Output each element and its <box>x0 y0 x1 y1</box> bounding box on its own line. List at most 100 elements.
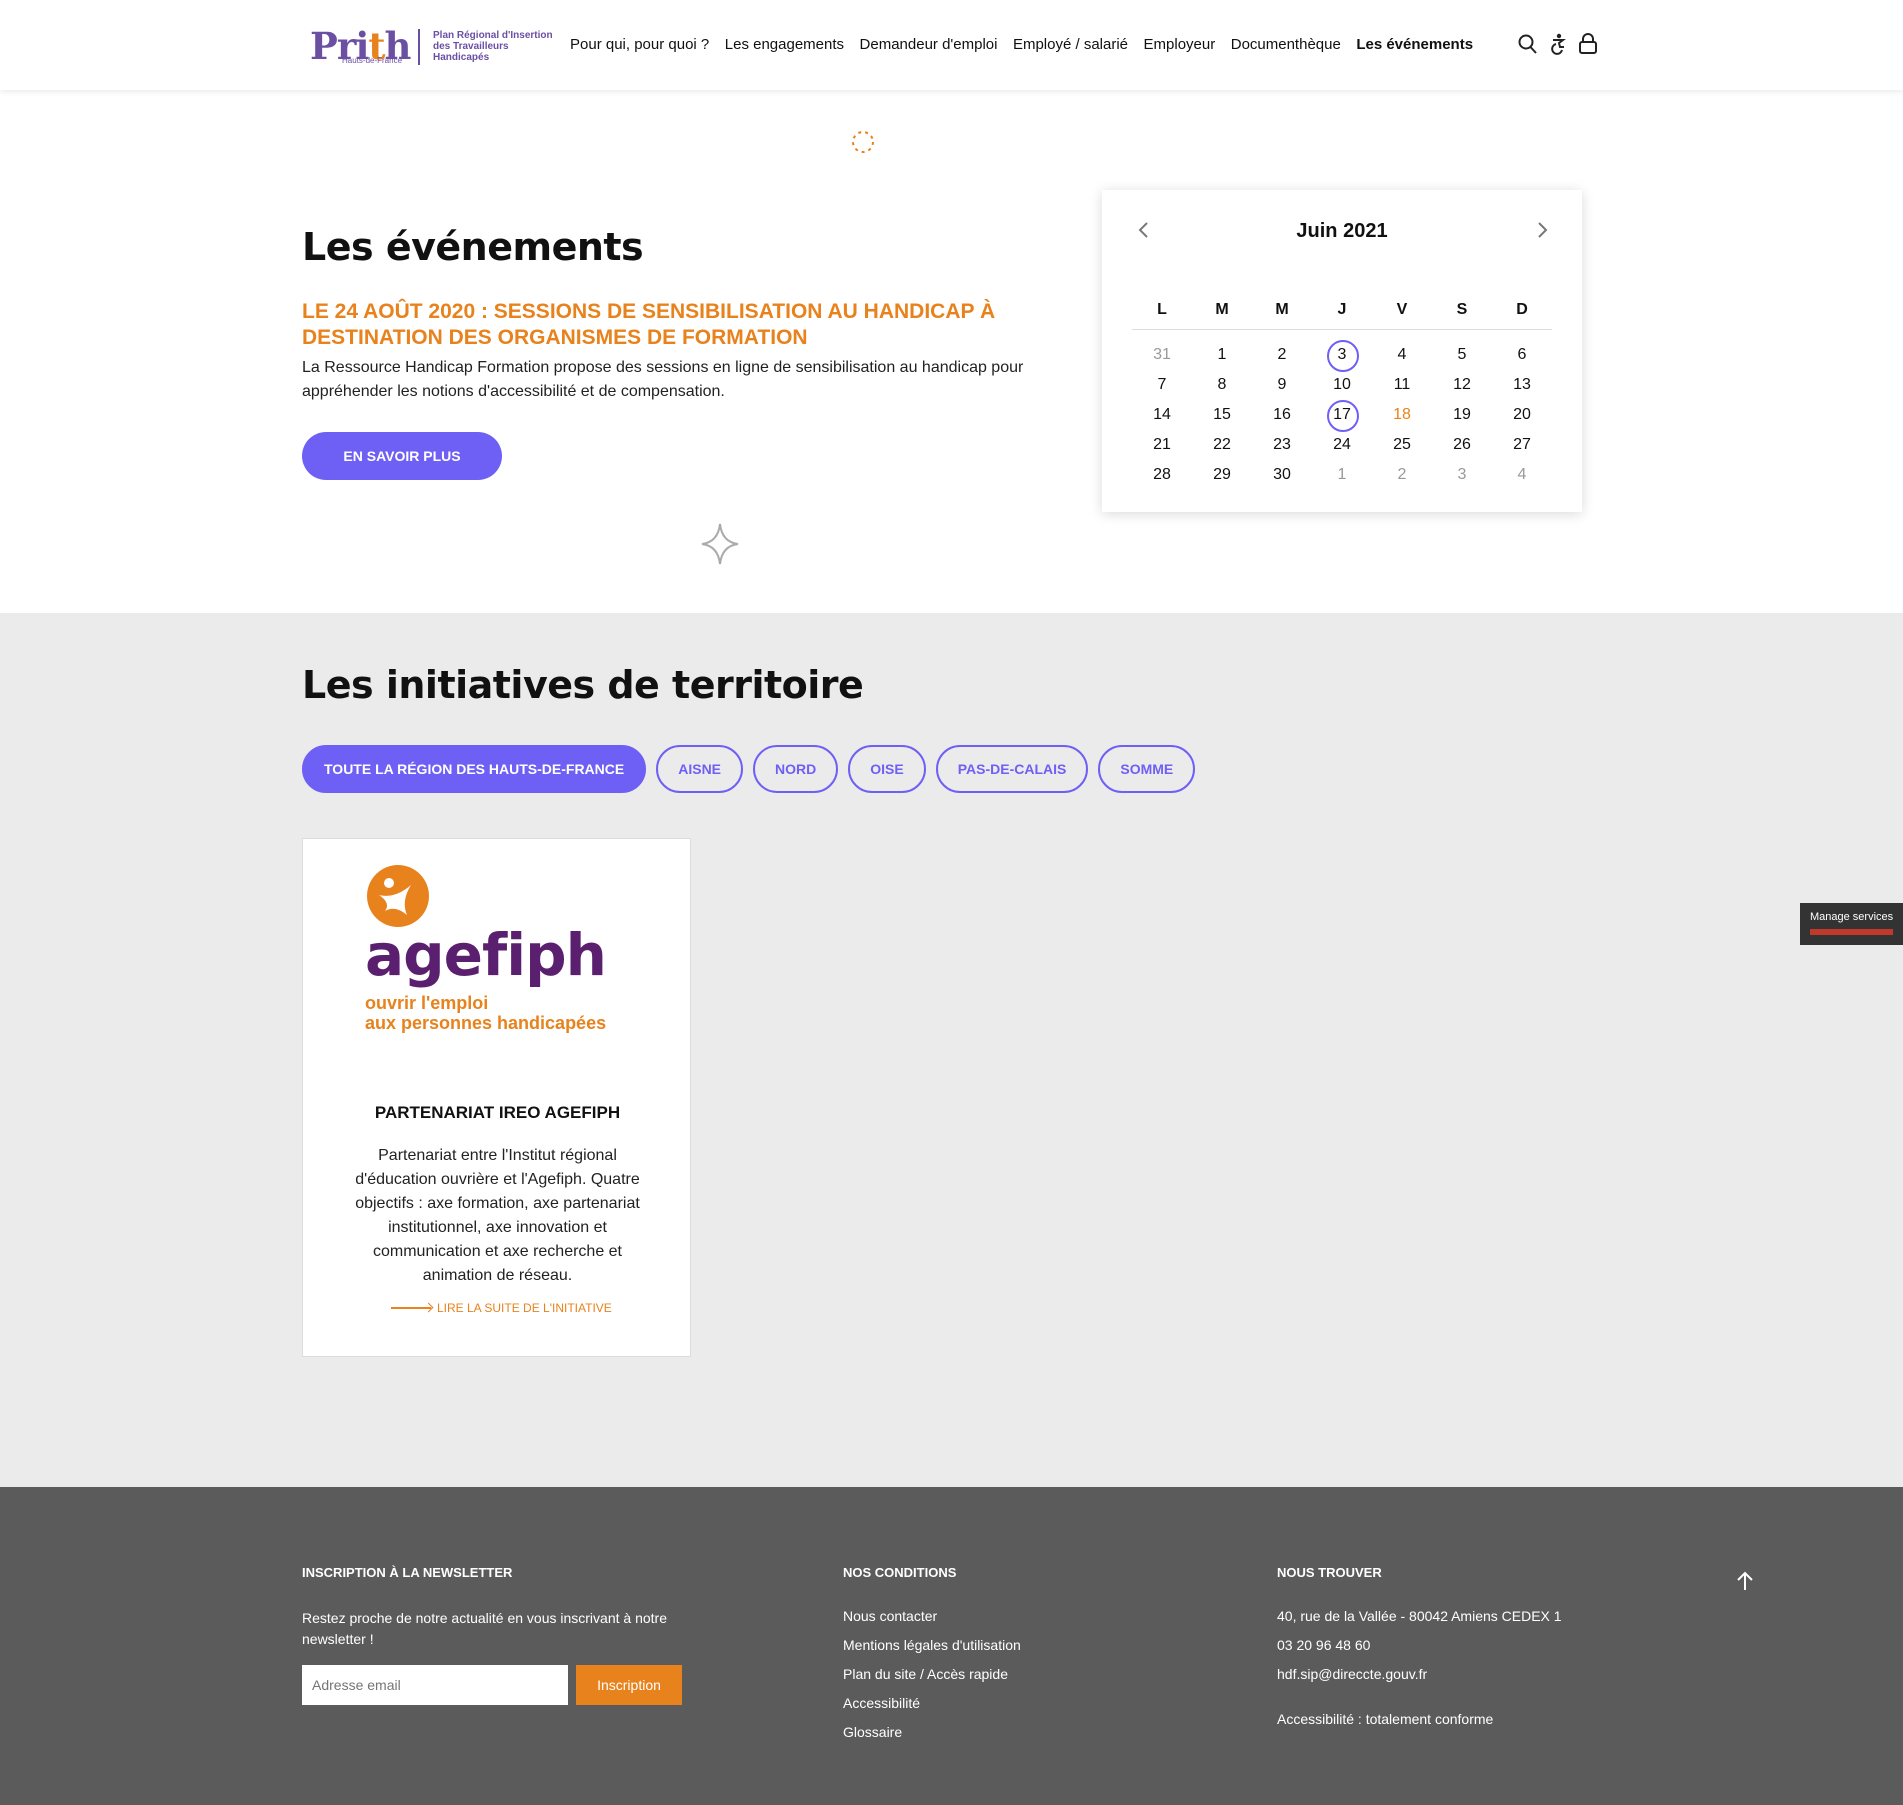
manage-services-button[interactable]: Manage services <box>1800 903 1903 945</box>
filter-oise[interactable]: OISE <box>848 745 926 793</box>
footer-link-mentions[interactable]: Mentions légales d'utilisation <box>843 1637 1021 1653</box>
calendar-day[interactable]: 13 <box>1492 376 1552 394</box>
arrow-right-icon <box>391 1307 431 1309</box>
footer-link-glossary[interactable]: Glossaire <box>843 1724 1021 1740</box>
nav-demandeur-emploi[interactable]: Demandeur d'emploi <box>860 36 998 53</box>
calendar-day[interactable]: 31 <box>1132 346 1192 364</box>
event-description: La Ressource Handicap Formation propose … <box>302 359 1024 400</box>
read-more-label: LIRE LA SUITE DE L'INITIATIVE <box>437 1301 612 1315</box>
filter-aisne[interactable]: AISNE <box>656 745 744 793</box>
footer-find-us: NOUS TROUVER 40, rue de la Vallée - 8004… <box>1277 1565 1562 1740</box>
nav-pour-qui[interactable]: Pour qui, pour quoi ? <box>570 36 709 53</box>
nav-evenements[interactable]: Les événements <box>1356 36 1473 53</box>
logo-text: Plan Régional d'Insertion des Travailleu… <box>433 30 553 63</box>
calendar-day[interactable]: 16 <box>1252 406 1312 424</box>
calendar-week: 28 29 30 1 2 3 4 <box>1132 460 1552 490</box>
read-more-link[interactable]: LIRE LA SUITE DE L'INITIATIVE <box>391 1301 612 1315</box>
nav-engagements[interactable]: Les engagements <box>725 36 844 53</box>
events-title: Les événements <box>302 225 644 269</box>
filter-somme[interactable]: SOMME <box>1098 745 1196 793</box>
calendar-day[interactable]: 26 <box>1432 436 1492 454</box>
calendar-week: 21 22 23 24 25 26 27 <box>1132 430 1552 460</box>
calendar-day[interactable]: 8 <box>1192 376 1252 394</box>
calendar-day[interactable]: 4 <box>1372 346 1432 364</box>
calendar-day[interactable]: 1 <box>1192 346 1252 364</box>
calendar-day[interactable]: 9 <box>1252 376 1312 394</box>
nav-documentheque[interactable]: Documenthèque <box>1231 36 1341 53</box>
filter-hauts-de-france[interactable]: TOUTE LA RÉGION DES HAUTS-DE-FRANCE <box>302 745 647 793</box>
calendar-day[interactable]: 19 <box>1432 406 1492 424</box>
nav-employe-salarie[interactable]: Employé / salarié <box>1013 36 1128 53</box>
footer-newsletter: INSCRIPTION À LA NEWSLETTER Restez proch… <box>302 1565 722 1705</box>
weekday-label: J <box>1337 300 1347 318</box>
calendar-next-month-icon[interactable] <box>1530 218 1554 242</box>
calendar-week: 31 1 2 3 4 5 6 <box>1132 340 1552 372</box>
footer-address: 40, rue de la Vallée - 80042 Amiens CEDE… <box>1277 1608 1562 1624</box>
footer-accessibility-status: Accessibilité : totalement conforme <box>1277 1711 1494 1727</box>
accessibility-icon[interactable] <box>1548 33 1568 55</box>
weekday-label: L <box>1157 300 1167 318</box>
calendar-day-event[interactable]: 3 <box>1312 340 1372 372</box>
calendar-month-title: Juin 2021 <box>1296 220 1388 242</box>
manage-services-label: Manage services <box>1810 911 1894 923</box>
search-icon[interactable] <box>1518 33 1538 55</box>
newsletter-text: Restez proche de notre actualité en vous… <box>302 1610 667 1647</box>
lock-icon[interactable] <box>1578 33 1598 55</box>
calendar-day[interactable]: 11 <box>1372 376 1432 394</box>
calendar-day[interactable]: 5 <box>1432 346 1492 364</box>
calendar-day[interactable]: 10 <box>1312 376 1372 394</box>
newsletter-subscribe-button[interactable]: Inscription <box>576 1665 682 1705</box>
nav-employeur[interactable]: Employeur <box>1144 36 1216 53</box>
logo-divider <box>418 29 420 65</box>
footer-conditions: NOS CONDITIONS Nous contacter Mentions l… <box>843 1565 1021 1753</box>
initiative-title: PARTENARIAT IREO AGEFIPH <box>374 1103 621 1122</box>
calendar-day[interactable]: 20 <box>1492 406 1552 424</box>
newsletter-email-input[interactable] <box>302 1665 568 1705</box>
event-calendar: Juin 2021 L M M J V S D 31 1 2 3 4 5 6 7… <box>1102 190 1582 512</box>
calendar-day[interactable]: 30 <box>1252 466 1312 484</box>
agefiph-wordmark: agefiph <box>365 921 607 989</box>
calendar-day[interactable]: 6 <box>1492 346 1552 364</box>
calendar-day[interactable]: 3 <box>1432 466 1492 484</box>
calendar-day[interactable]: 2 <box>1372 466 1432 484</box>
calendar-weekday-row: L M M J V S D <box>1132 290 1552 330</box>
calendar-day[interactable]: 12 <box>1432 376 1492 394</box>
calendar-day[interactable]: 4 <box>1492 466 1552 484</box>
calendar-day[interactable]: 25 <box>1372 436 1432 454</box>
calendar-day[interactable]: 15 <box>1192 406 1252 424</box>
weekday-label: D <box>1516 300 1528 318</box>
prith-logo[interactable]: Prith Hauts-de-France Plan Régional d'In… <box>310 26 555 68</box>
calendar-day[interactable]: 28 <box>1132 466 1192 484</box>
footer-link-sitemap[interactable]: Plan du site / Accès rapide <box>843 1666 1021 1682</box>
footer-link-contact[interactable]: Nous contacter <box>843 1608 1021 1624</box>
scroll-to-top-icon[interactable] <box>1735 1570 1755 1592</box>
calendar-day[interactable]: 7 <box>1132 376 1192 394</box>
footer-link-accessibility[interactable]: Accessibilité <box>843 1695 1021 1711</box>
initiative-card[interactable]: agefiph ouvrir l'emploi aux personnes ha… <box>302 838 691 1357</box>
weekday-label: M <box>1275 300 1289 318</box>
calendar-day[interactable]: 29 <box>1192 466 1252 484</box>
learn-more-button[interactable]: EN SAVOIR PLUS <box>302 432 502 480</box>
conditions-title: NOS CONDITIONS <box>843 1565 957 1580</box>
site-header: Prith Hauts-de-France Plan Régional d'In… <box>0 0 1903 90</box>
sparkle-icon <box>700 522 740 566</box>
calendar-day[interactable]: 2 <box>1252 346 1312 364</box>
filter-pas-de-calais[interactable]: PAS-DE-CALAIS <box>935 745 1089 793</box>
event-headline: LE 24 AOÛT 2020 : SESSIONS DE SENSIBILIS… <box>302 300 996 349</box>
calendar-day[interactable]: 21 <box>1132 436 1192 454</box>
calendar-day[interactable]: 22 <box>1192 436 1252 454</box>
calendar-day[interactable]: 27 <box>1492 436 1552 454</box>
calendar-day[interactable]: 23 <box>1252 436 1312 454</box>
filter-nord[interactable]: NORD <box>753 745 839 793</box>
manage-services-bar <box>1810 929 1893 935</box>
calendar-day[interactable]: 14 <box>1132 406 1192 424</box>
territory-filters: TOUTE LA RÉGION DES HAUTS-DE-FRANCE AISN… <box>302 745 1205 793</box>
calendar-day-event[interactable]: 17 <box>1312 400 1372 432</box>
calendar-day[interactable]: 24 <box>1312 436 1372 454</box>
agefiph-tagline-2: aux personnes handicapées <box>365 1013 607 1033</box>
calendar-day[interactable]: 1 <box>1312 466 1372 484</box>
footer-email[interactable]: hdf.sip@direccte.gouv.fr <box>1277 1666 1562 1682</box>
calendar-day-today[interactable]: 18 <box>1372 406 1432 424</box>
weekday-label: V <box>1396 300 1408 318</box>
logo-subtitle: Hauts-de-France <box>342 56 403 65</box>
